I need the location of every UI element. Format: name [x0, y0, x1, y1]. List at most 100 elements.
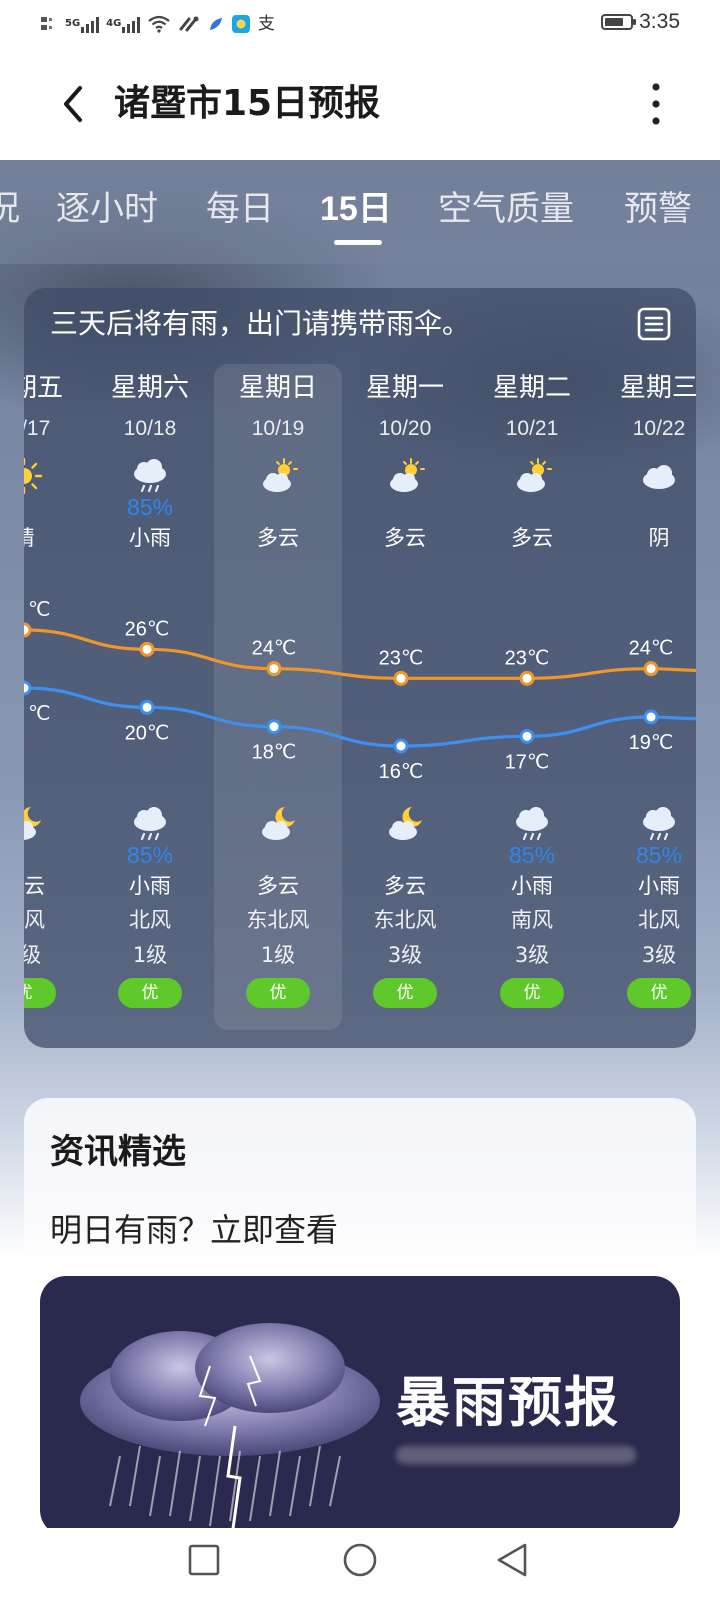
news-subtitle-link[interactable]: 明日有雨？立即查看 — [50, 1206, 338, 1254]
tab-warnings[interactable]: 预警 — [624, 186, 692, 232]
day-condition: 多云 — [384, 526, 426, 550]
day-name: 星期五 — [24, 373, 63, 403]
forecast-day[interactable]: 星期六 10/18 85% 小雨 85% 小雨 北风 1级优 — [86, 364, 214, 1030]
alipay-icon: 支 — [257, 14, 275, 34]
partly-cloudy-icon — [512, 456, 552, 496]
night-condition: 多云 — [24, 874, 45, 898]
link-icon — [178, 12, 200, 36]
sim-icon — [40, 12, 58, 36]
day-name: 星期一 — [365, 373, 444, 403]
light-rain-icon — [639, 804, 679, 844]
storm-cloud-icon — [80, 1323, 380, 1528]
vertical-dots-icon — [652, 83, 660, 125]
tab-hourly[interactable]: 逐小时 — [56, 186, 158, 232]
wind-direction: 东北风 — [373, 908, 437, 932]
day-date: 10/22 — [632, 417, 686, 440]
nav-back-button[interactable] — [488, 1536, 536, 1584]
banner-blurred-text — [396, 1446, 636, 1464]
day-name: 星期三 — [619, 373, 696, 403]
rain-alert-text: 三天后将有雨，出门请携带雨伞。 — [50, 307, 471, 340]
chevron-left-icon — [64, 86, 82, 122]
wifi-icon — [147, 12, 171, 36]
day-condition: 阴 — [648, 526, 670, 550]
wind-level: 3级 — [641, 943, 677, 967]
battery-icon — [601, 14, 637, 30]
moon-cloud-icon — [24, 804, 44, 844]
aqi-badge: 优 — [500, 978, 564, 1008]
more-options-button[interactable] — [630, 78, 682, 130]
navigation-bar — [0, 1520, 720, 1600]
wind-direction: 东北风 — [246, 908, 310, 932]
forecast-day[interactable]: 星期三 10/22 阴 85% 小雨北风 3级优 — [595, 364, 696, 1030]
list-view-button[interactable] — [632, 302, 676, 346]
tab-air-quality[interactable]: 空气质量 — [438, 186, 574, 232]
day-condition: 晴 — [24, 523, 88, 553]
weather-app-icon — [232, 15, 251, 33]
night-precip-chance: 85% — [126, 842, 174, 868]
forecast-day[interactable]: 星期日 10/19 多云 多云 东北风 1级优 — [214, 364, 342, 1030]
day-date: 10/17 — [24, 417, 51, 440]
day-precip-chance: 85% — [126, 494, 174, 520]
forecast-day[interactable]: 星期五 10/17 晴多云北风 1级优 — [24, 364, 88, 1030]
wind-direction: 北风 — [638, 908, 680, 932]
moon-cloud-icon — [385, 804, 425, 844]
forecast-day[interactable]: 星期二 10/21 多云 85% 小雨 南风 3级优 — [468, 364, 596, 1030]
day-condition: 多云 — [511, 526, 553, 550]
battery-level — [605, 18, 624, 26]
status-icons: 5G 4G 支 — [40, 12, 275, 36]
wind-direction: 南风 — [511, 908, 553, 932]
status-right: 3:35 — [601, 10, 680, 34]
aqi-badge: 优 — [24, 978, 56, 1008]
news-card: 资讯精选 明日有雨？立即查看 暴雨预报 — [24, 1098, 696, 1528]
day-name: 星期六 — [110, 373, 189, 403]
banner-title: 暴雨预报 — [396, 1370, 620, 1434]
tab-15-day[interactable]: 15日 — [320, 186, 392, 232]
day-date: 10/19 — [251, 417, 305, 440]
moon-cloud-icon — [258, 804, 298, 844]
wind-direction: 北风 — [129, 908, 171, 932]
day-name: 星期日 — [238, 373, 317, 403]
tab-daily[interactable]: 每日 — [206, 186, 274, 232]
forecast-card: 三天后将有雨，出门请携带雨伞。 星期五10/17晴多云北风1级优星期六10/18… — [24, 288, 696, 1048]
sim-label-4g: 4G — [106, 18, 122, 29]
wind-level: 1级 — [24, 943, 42, 967]
day-date: 10/21 — [505, 417, 559, 440]
day-condition: 多云 — [257, 526, 299, 550]
rainstorm-banner[interactable]: 暴雨预报 — [40, 1276, 680, 1528]
forecast-tabs: 况 逐小时 每日 15日 空气质量 预警 — [0, 160, 720, 264]
day-date: 10/18 — [123, 417, 177, 440]
recent-apps-button[interactable] — [180, 1536, 228, 1584]
tab-overview[interactable]: 况 — [0, 186, 20, 232]
night-condition: 小雨 — [129, 874, 171, 898]
light-rain-icon — [512, 804, 552, 844]
day-date: 10/20 — [378, 417, 432, 440]
list-icon — [637, 307, 671, 341]
forecast-day[interactable]: 星期一 10/20 多云 多云 东北风 3级优 — [341, 364, 469, 1030]
wind-direction: 北风 — [24, 908, 45, 932]
wind-level: 1级 — [260, 943, 296, 967]
night-condition: 多云 — [257, 874, 299, 898]
sunny-icon — [24, 456, 44, 496]
signal-4g-icon: 4G — [106, 12, 141, 36]
back-icon — [497, 1543, 527, 1577]
partly-cloudy-icon — [258, 456, 298, 496]
wind-level: 3级 — [387, 943, 423, 967]
wind-level: 1级 — [132, 943, 168, 967]
sim-label-5g: 5G — [65, 18, 81, 29]
back-button[interactable] — [48, 78, 100, 130]
aqi-badge: 优 — [627, 978, 691, 1008]
light-rain-icon — [130, 456, 170, 496]
wind-level: 3级 — [514, 943, 550, 967]
home-button[interactable] — [336, 1536, 384, 1584]
alipay-glyph: 支 — [257, 14, 275, 34]
night-condition: 小雨 — [638, 874, 680, 898]
night-condition: 小雨 — [511, 874, 553, 898]
home-icon — [343, 1543, 377, 1577]
active-tab-indicator — [334, 240, 382, 245]
night-precip-chance: 85% — [635, 842, 683, 868]
day-name: 星期二 — [492, 373, 571, 403]
news-heading: 资讯精选 — [50, 1132, 186, 1172]
aqi-badge: 优 — [118, 978, 182, 1008]
signal-5g-icon: 5G — [65, 12, 100, 36]
status-bar: 5G 4G 支 3:35 — [0, 0, 720, 48]
